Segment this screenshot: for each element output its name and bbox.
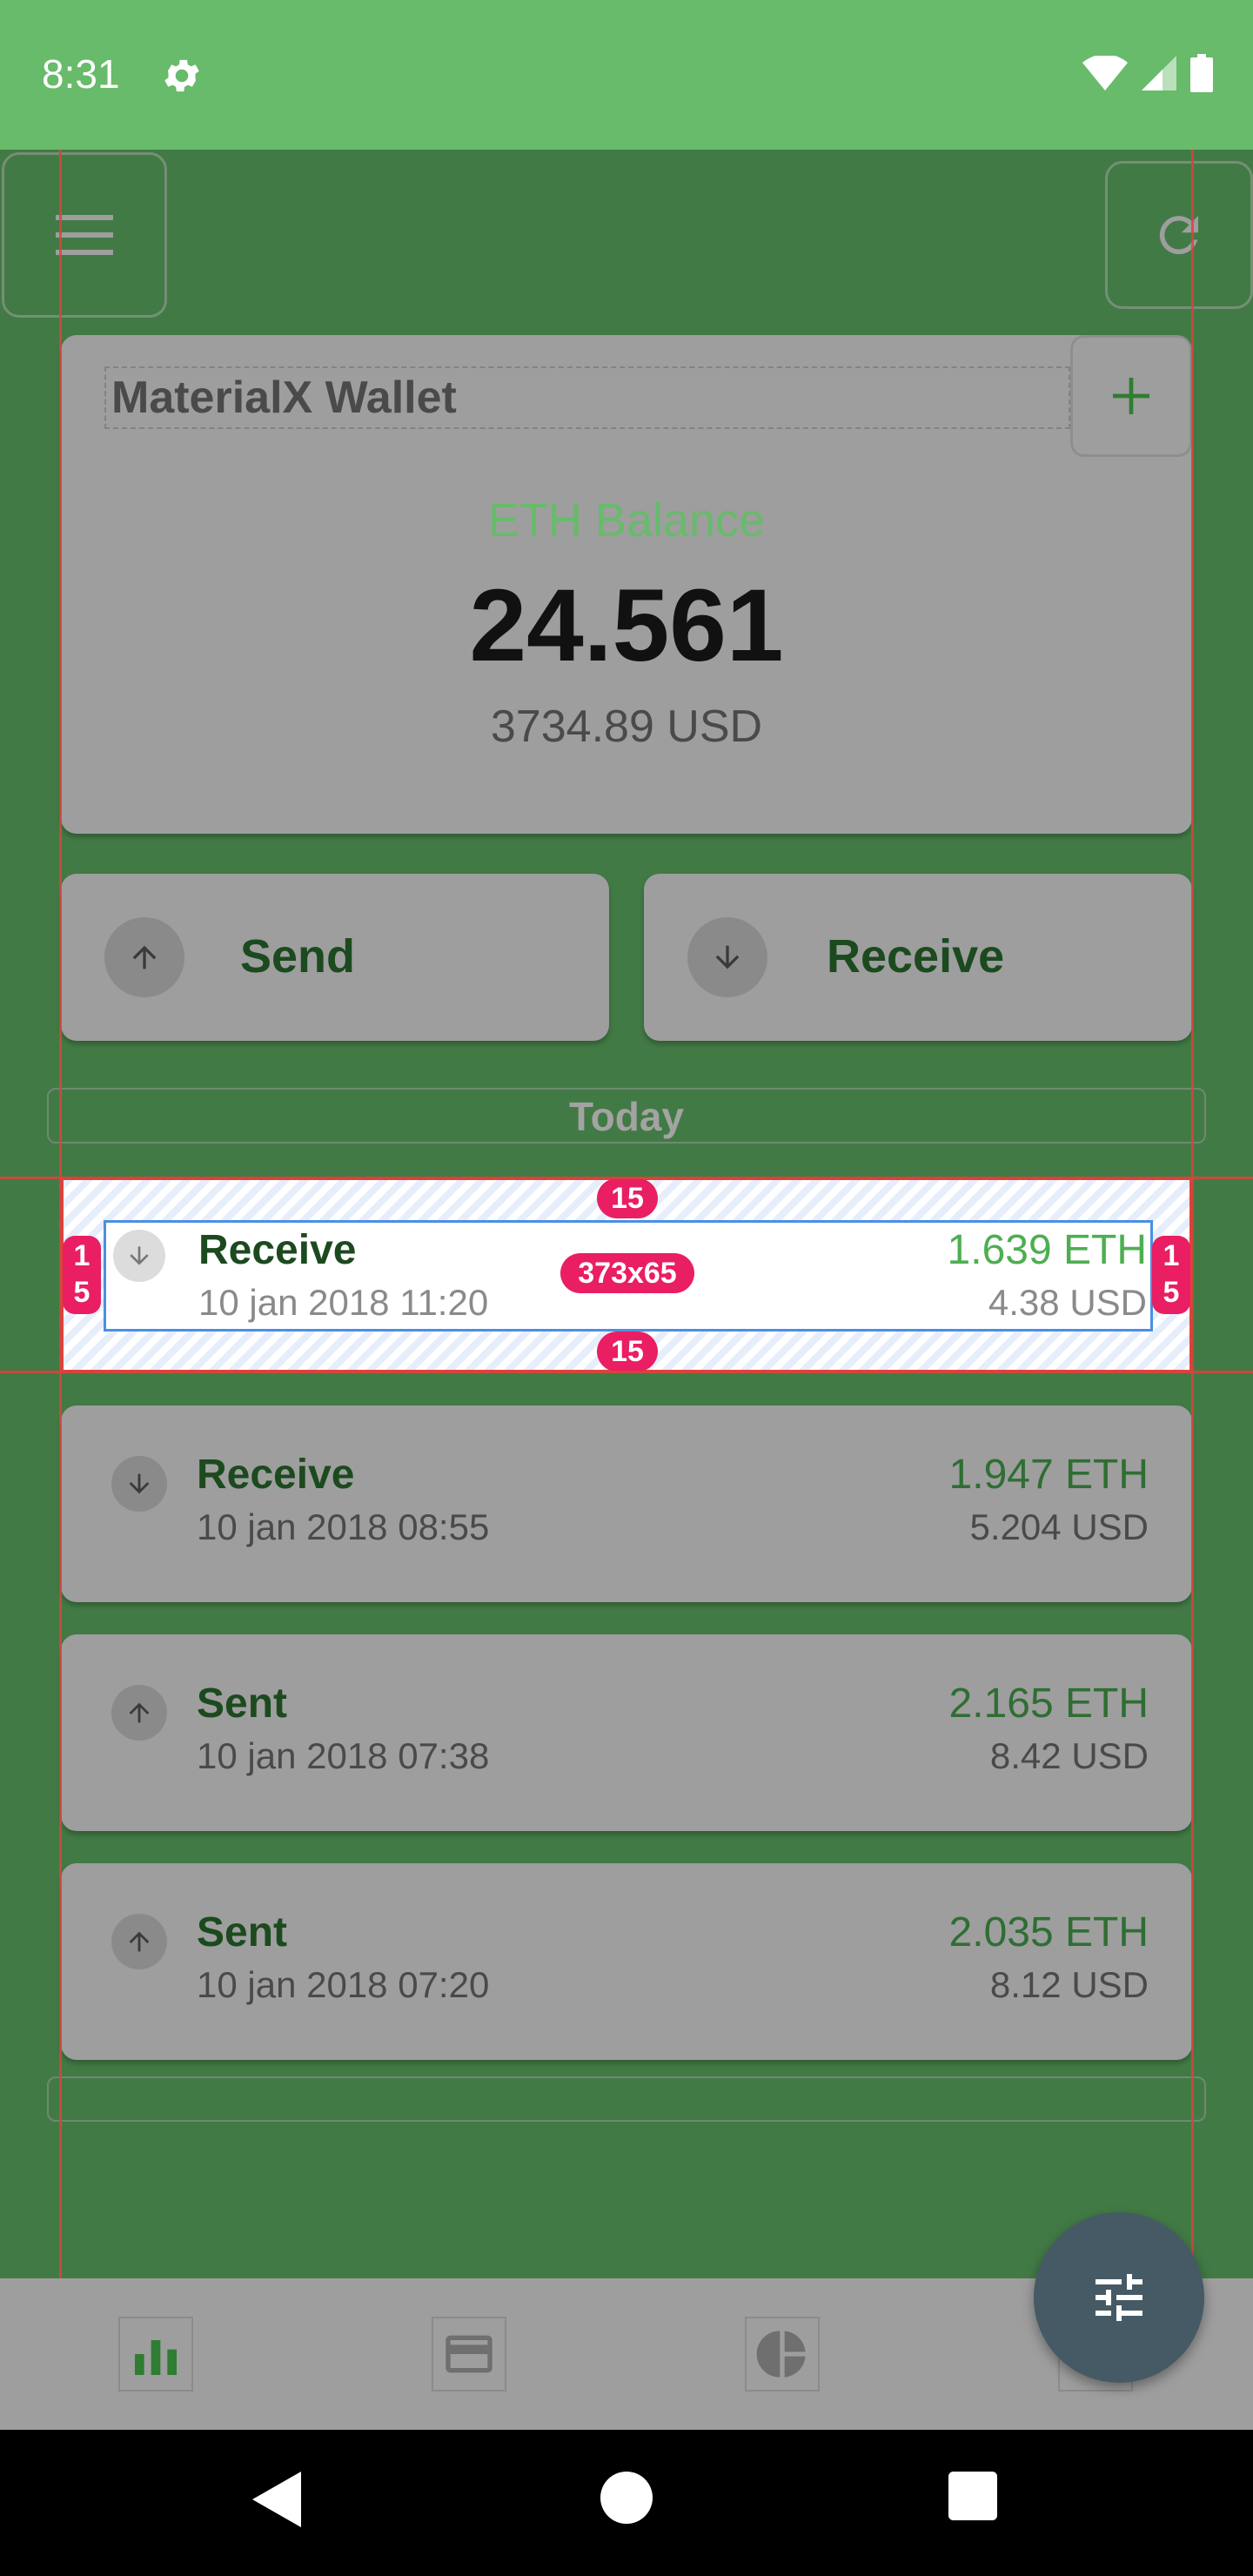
back-icon[interactable] [252,2472,301,2527]
transaction-date: 10 jan 2018 11:20 [198,1282,489,1323]
receive-label: Receive [827,930,1005,983]
padding-bottom-badge: 15 [597,1332,658,1372]
system-indicators [1082,54,1213,92]
credit-card-icon [446,2335,492,2373]
transaction-row[interactable]: Receive 10 jan 2018 08:55 1.947 ETH 5.20… [61,1405,1192,1602]
transaction-usd: 4.38 USD [988,1282,1147,1323]
plus-icon [1113,378,1149,414]
recents-icon[interactable] [948,2472,997,2520]
cellular-signal-icon [1142,56,1176,91]
nav-cards[interactable] [432,2317,506,2392]
transaction-title: Sent [197,1680,288,1727]
padding-top-badge: 15 [597,1178,658,1218]
receive-arrow-down-icon [113,1230,165,1282]
tune-icon [1096,2274,1142,2321]
transaction-date: 10 jan 2018 08:55 [197,1506,490,1547]
list-footer-outline [47,2076,1206,2122]
transaction-title: Receive [197,1452,355,1498]
send-arrow-up-icon [104,917,184,997]
layout-guide-right [1191,150,1194,2430]
transaction-usd: 8.42 USD [989,1735,1149,1776]
sent-arrow-up-icon [111,1914,167,1969]
status-time: 8:31 [42,51,120,97]
transaction-amount: 1.639 ETH [947,1227,1147,1273]
size-badge: 373x65 [560,1253,694,1293]
wallet-card: MaterialX Wallet ETH Balance 24.561 3734… [61,335,1192,834]
filter-fab[interactable] [1034,2212,1204,2383]
settings-gear-icon [160,54,204,97]
transaction-row[interactable]: Sent 10 jan 2018 07:38 2.165 ETH 8.42 US… [61,1634,1192,1831]
status-bar: 8:31 [0,0,1253,150]
add-wallet-button[interactable] [1070,335,1192,457]
wallet-title: MaterialX Wallet [104,366,1070,429]
refresh-icon [1159,216,1198,255]
balance-value: 24.561 [469,568,784,683]
receive-button[interactable]: Receive [644,874,1192,1041]
wifi-icon [1082,56,1128,91]
nav-portfolio[interactable] [745,2317,820,2392]
bar-chart-icon [135,2340,177,2375]
transaction-title: Receive [198,1227,357,1273]
transaction-amount: 2.035 ETH [948,1909,1149,1955]
padding-right-badge: 15 [1152,1236,1190,1314]
section-header-today: Today [568,1094,685,1139]
refresh-button[interactable] [1105,161,1253,309]
system-navigation-bar [0,2430,1253,2576]
send-label: Send [240,930,356,983]
receive-arrow-down-icon [111,1456,167,1512]
balance-label: ETH Balance [487,494,766,547]
transaction-row[interactable]: Sent 10 jan 2018 07:20 2.035 ETH 8.12 US… [61,1863,1192,2060]
transaction-amount: 2.165 ETH [948,1680,1149,1727]
balance-usd: 3734.89 USD [490,701,763,752]
transaction-date: 10 jan 2018 07:38 [197,1735,490,1776]
transaction-usd: 8.12 USD [989,1964,1149,2005]
battery-icon [1190,54,1213,92]
layout-guide-left [59,150,62,2430]
transaction-date: 10 jan 2018 07:20 [197,1964,490,2005]
menu-button[interactable] [2,152,167,318]
hamburger-menu-icon [56,215,113,255]
send-button[interactable]: Send [61,874,609,1041]
transaction-title: Sent [197,1909,288,1955]
home-icon[interactable] [600,2472,653,2524]
transaction-usd: 5.204 USD [969,1506,1149,1547]
sent-arrow-up-icon [111,1685,167,1741]
nav-stats[interactable] [118,2317,193,2392]
layout-guide-bottom [0,1371,1253,1373]
transaction-amount: 1.947 ETH [948,1452,1149,1498]
padding-left-badge: 15 [63,1236,101,1314]
pie-chart-icon [756,2331,806,2378]
receive-arrow-down-icon [687,917,767,997]
layout-guide-top [0,1177,1253,1179]
